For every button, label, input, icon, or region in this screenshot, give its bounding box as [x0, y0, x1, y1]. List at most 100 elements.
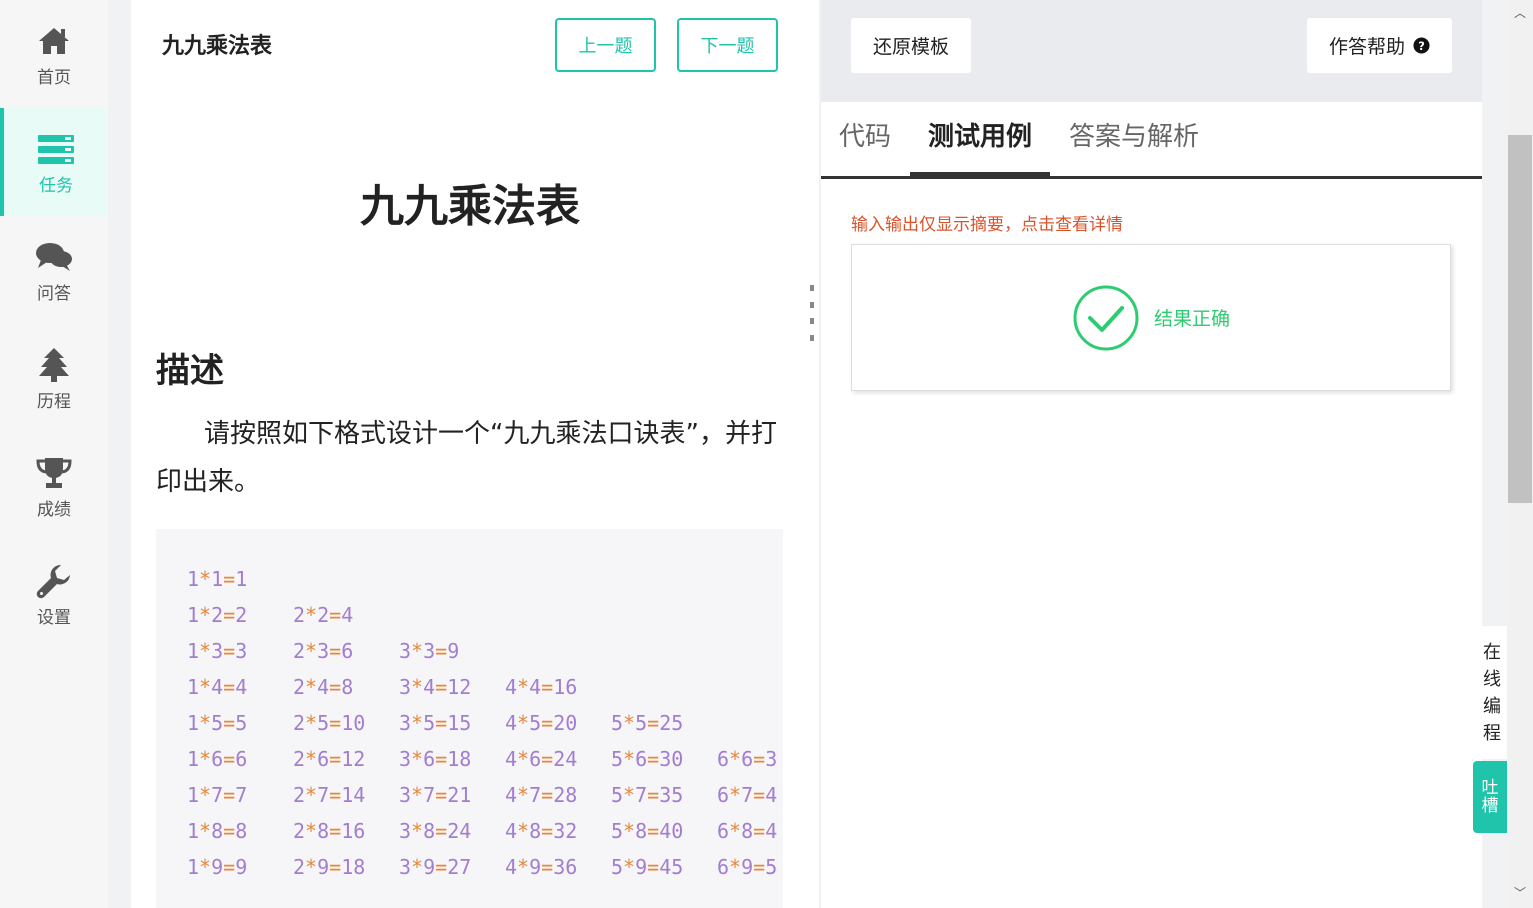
online-coding-char: 编	[1483, 695, 1501, 717]
check-circle-icon	[1072, 284, 1140, 352]
code-line: 1*3=3 2*3=6 3*3=9	[187, 633, 783, 669]
wrench-icon	[34, 561, 74, 601]
code-line: 1*6=6 2*6=12 3*6=18 4*6=24 5*6=30 6*6=3	[187, 741, 783, 777]
code-line: 1*1=1	[187, 561, 783, 597]
feedback-button[interactable]: 吐 槽	[1473, 761, 1507, 833]
answer-help-label: 作答帮助	[1328, 36, 1405, 58]
nav-item-tasks[interactable]: 任务	[0, 108, 108, 216]
nav-item-label: 首页	[37, 67, 71, 88]
code-line: 1*7=7 2*7=14 3*7=21 4*7=28 5*7=35 6*7=4	[187, 777, 783, 813]
code-cell: 2*3=6	[293, 639, 354, 663]
problem-panel: 九九乘法表 上一题 下一题 九九乘法表 描述 请按照如下格式设计一个“九九乘法口…	[131, 0, 819, 908]
comments-icon	[34, 237, 74, 277]
code-cell: 2*7=14	[293, 783, 366, 807]
code-cell: 5*8=40	[611, 819, 684, 843]
code-cell: 2*9=18	[293, 855, 366, 879]
code-line: 1*8=8 2*8=16 3*8=24 4*8=32 5*8=40 6*8=4	[187, 813, 783, 849]
code-cell: 1*2=2	[187, 603, 248, 627]
scroll-up-icon[interactable]: ︿	[1514, 4, 1526, 21]
code-cell: 4*8=32	[505, 819, 578, 843]
code-cell: 5*6=30	[611, 747, 684, 771]
code-cell: 2*2=4	[293, 603, 354, 627]
code-line: 1*2=2 2*2=4	[187, 597, 783, 633]
code-cell: 1*8=8	[187, 819, 248, 843]
tab-answer-analysis[interactable]: 答案与解析	[1069, 102, 1199, 176]
code-cell: 4*9=36	[505, 855, 578, 879]
nav-item-home[interactable]: 首页	[0, 0, 108, 108]
code-cell: 3*3=9	[399, 639, 460, 663]
editor-toolbar: 还原模板 作答帮助 ?	[821, 0, 1482, 102]
restore-template-button[interactable]: 还原模板	[851, 18, 971, 73]
panel-resize-handle[interactable]	[808, 285, 816, 341]
code-line: 1*4=4 2*4=8 3*4=12 4*4=16	[187, 669, 783, 705]
nav-item-qa[interactable]: 问答	[0, 216, 108, 324]
tree-icon	[34, 345, 74, 385]
nav-item-label: 设置	[37, 607, 71, 628]
code-cell: 5*5=25	[611, 711, 684, 735]
code-cell: 3*4=12	[399, 675, 472, 699]
svg-text:?: ?	[1418, 39, 1425, 53]
code-cell: 3*6=18	[399, 747, 472, 771]
online-coding-char: 线	[1483, 668, 1501, 690]
side-nav: 首页 任务 问答 历程 成绩 设置	[0, 0, 108, 908]
problem-header-title: 九九乘法表	[162, 34, 273, 59]
code-cell: 2*8=16	[293, 819, 366, 843]
nav-item-label: 问答	[37, 283, 71, 304]
code-cell: 4*5=20	[505, 711, 578, 735]
home-icon	[34, 21, 74, 61]
code-cell: 4*6=24	[505, 747, 578, 771]
online-coding-button[interactable]: 在 线 编 程	[1477, 626, 1507, 759]
code-cell: 1*4=4	[187, 675, 248, 699]
code-cell: 2*5=10	[293, 711, 366, 735]
code-cell: 2*4=8	[293, 675, 354, 699]
nav-item-label: 任务	[39, 175, 73, 196]
code-cell: 6*8=4	[717, 819, 778, 843]
code-cell: 4*7=28	[505, 783, 578, 807]
code-cell: 1*1=1	[187, 567, 248, 591]
question-circle-icon: ?	[1413, 37, 1430, 54]
problem-title: 九九乘法表	[360, 181, 580, 232]
code-sample: 1*1=1 1*2=2 2*2=4 1*3=3 2*3=6 3*3=9 1*4=4 2*4=8…	[156, 529, 783, 908]
code-cell: 5*9=45	[611, 855, 684, 879]
code-line: 1*9=9 2*9=18 3*9=27 4*9=36 5*9=45 6*9=5	[187, 849, 783, 885]
section-heading: 描述	[156, 351, 224, 391]
code-cell: 1*3=3	[187, 639, 248, 663]
result-status: 结果正确	[1153, 308, 1230, 330]
code-line: 1*5=5 2*5=10 3*5=15 4*5=20 5*5=25	[187, 705, 783, 741]
scroll-down-icon[interactable]: ﹀	[1514, 884, 1526, 901]
page-scrollbar[interactable]: ︿ ﹀	[1507, 0, 1533, 908]
prev-problem-button[interactable]: 上一题	[555, 18, 656, 72]
nav-item-label: 成绩	[37, 499, 71, 520]
editor-panel: 还原模板 作答帮助 ? 代码 测试用例 答案与解析 输入输出仅显示摘要，点击查看…	[821, 0, 1482, 908]
code-cell: 6*7=4	[717, 783, 778, 807]
tab-code[interactable]: 代码	[839, 102, 891, 176]
code-cell: 3*7=21	[399, 783, 472, 807]
nav-item-label: 历程	[37, 391, 71, 412]
scrollbar-thumb[interactable]	[1508, 135, 1532, 503]
code-cell: 1*7=7	[187, 783, 248, 807]
answer-help-button[interactable]: 作答帮助 ?	[1307, 18, 1452, 73]
code-cell: 4*4=16	[505, 675, 578, 699]
code-cell: 3*9=27	[399, 855, 472, 879]
code-cell: 5*7=35	[611, 783, 684, 807]
feedback-char: 吐	[1481, 778, 1499, 798]
online-coding-char: 程	[1483, 722, 1501, 744]
code-cell: 6*9=5	[717, 855, 778, 879]
online-coding-char: 在	[1483, 641, 1501, 663]
code-cell: 6*6=3	[717, 747, 778, 771]
code-cell: 1*5=5	[187, 711, 248, 735]
nav-item-settings[interactable]: 设置	[0, 540, 108, 648]
io-summary-tip[interactable]: 输入输出仅显示摘要，点击查看详情	[851, 210, 1123, 235]
feedback-char: 槽	[1481, 796, 1499, 816]
tab-test-cases[interactable]: 测试用例	[910, 102, 1050, 176]
test-result-card[interactable]: 结果正确	[851, 244, 1451, 391]
code-cell: 1*6=6	[187, 747, 248, 771]
nav-item-grades[interactable]: 成绩	[0, 432, 108, 540]
next-problem-button[interactable]: 下一题	[677, 18, 778, 72]
nav-item-history[interactable]: 历程	[0, 324, 108, 432]
tasks-icon	[36, 129, 76, 169]
trophy-icon	[34, 453, 74, 493]
code-cell: 1*9=9	[187, 855, 248, 879]
code-cell: 2*6=12	[293, 747, 366, 771]
editor-tabs: 代码 测试用例 答案与解析	[821, 102, 1482, 179]
